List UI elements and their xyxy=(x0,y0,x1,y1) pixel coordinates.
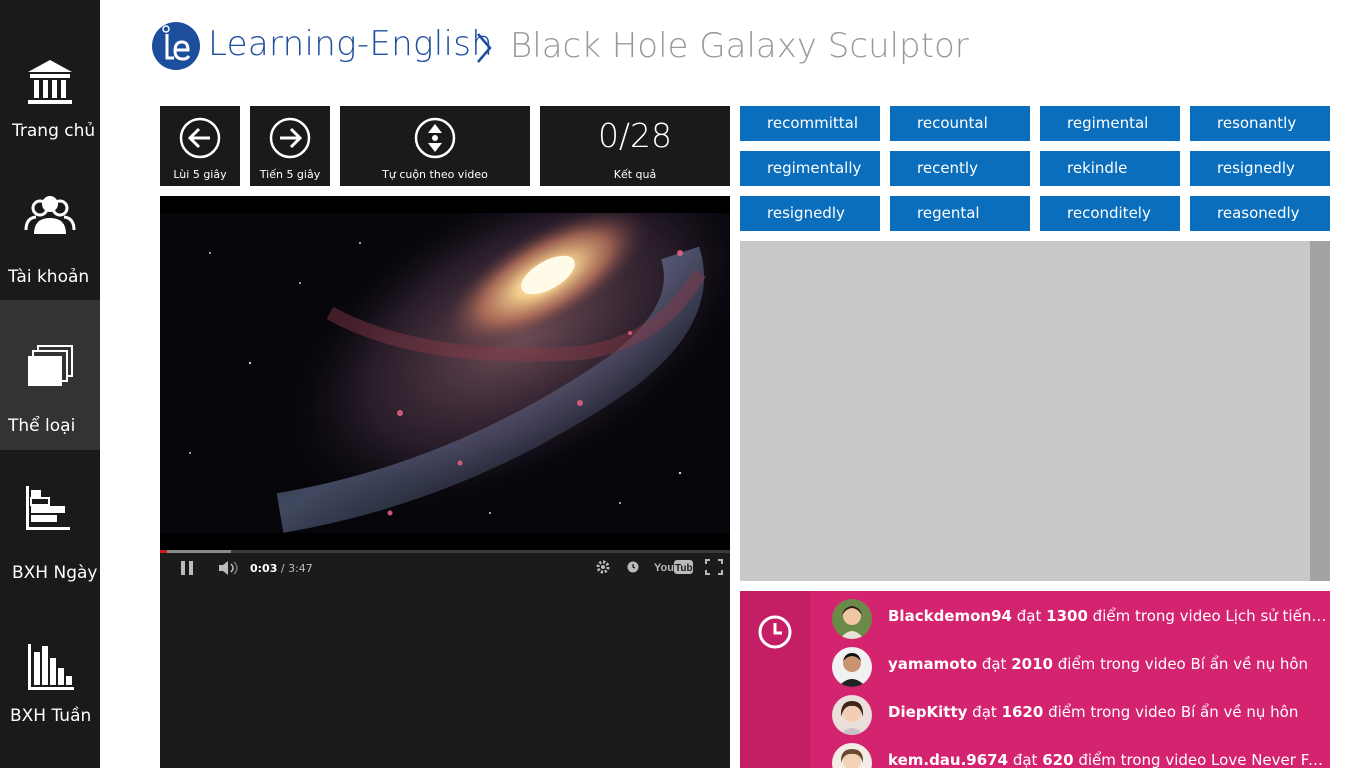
avatar xyxy=(832,695,872,735)
word-button[interactable]: reasonedly xyxy=(1190,196,1330,231)
back-5s-button[interactable]: Lùi 5 giây xyxy=(160,106,240,186)
feed-item[interactable]: Blackdemon94 đạt 1300 điểm trong video L… xyxy=(832,599,1330,639)
home-icon xyxy=(28,60,72,104)
word-button[interactable]: recountal xyxy=(890,106,1030,141)
feed-user[interactable]: kem.dau.9674 xyxy=(888,751,1008,768)
sidebar-item-daily-ranking[interactable]: BXH Ngày xyxy=(0,450,100,600)
feed-item[interactable]: kem.dau.9674 đạt 620 điểm trong video Lo… xyxy=(832,743,1330,768)
settings-gear-icon[interactable] xyxy=(595,559,611,575)
youtube-logo-icon[interactable]: You Tube xyxy=(654,559,694,575)
played-bar xyxy=(160,550,167,553)
buffered-bar xyxy=(160,550,231,553)
logo-icon xyxy=(162,25,191,61)
autoscroll-button[interactable]: Tự cuộn theo video xyxy=(340,106,530,186)
score-value: 0/28 xyxy=(597,116,673,155)
categories-icon xyxy=(28,345,73,386)
app-logo[interactable] xyxy=(152,22,200,70)
feed-text: Blackdemon94 đạt 1300 điểm trong video L… xyxy=(888,607,1328,625)
sidebar-item-label: Trang chủ xyxy=(12,121,96,141)
sidebar-item-weekly-ranking[interactable]: BXH Tuần xyxy=(0,600,100,768)
score-label: Kết quả xyxy=(613,168,657,181)
feed-score: 2010 xyxy=(1011,655,1053,673)
feed-text: DiepKitty đạt 1620 điểm trong video Bí ẩ… xyxy=(888,703,1299,721)
back-5s-label: Lùi 5 giây xyxy=(173,168,227,181)
feed-user[interactable]: DiepKitty xyxy=(888,703,967,721)
word-button[interactable]: regimentally xyxy=(740,151,880,186)
video-player[interactable]: 0:03 / 3:47 You Tube xyxy=(160,196,730,768)
score-tile: 0/28 Kết quả xyxy=(540,106,730,186)
activity-feed: Blackdemon94 đạt 1300 điểm trong video L… xyxy=(740,591,1330,768)
svg-text:You: You xyxy=(654,562,674,574)
word-button[interactable]: regental xyxy=(890,196,1030,231)
video-letterbox-top xyxy=(160,196,730,213)
forward-5s-label: Tiến 5 giây xyxy=(259,168,321,181)
watch-later-icon[interactable] xyxy=(627,561,639,573)
word-button[interactable]: recently xyxy=(890,151,1030,186)
autoscroll-icon xyxy=(414,117,456,159)
word-button[interactable]: regimental xyxy=(1040,106,1180,141)
feed-item[interactable]: yamamoto đạt 2010 điểm trong video Bí ẩn… xyxy=(832,647,1330,687)
app-title[interactable]: Learning-English xyxy=(208,24,493,64)
feed-item[interactable]: DiepKitty đạt 1620 điểm trong video Bí ẩ… xyxy=(832,695,1330,735)
video-letterbox-bottom xyxy=(160,533,730,550)
scrollbar[interactable] xyxy=(1310,241,1330,581)
sidebar-item-label: BXH Tuần xyxy=(10,706,92,726)
breadcrumb: Learning-English Black Hole Galaxy Sculp… xyxy=(152,18,1052,78)
fullscreen-icon[interactable] xyxy=(705,559,723,575)
chevron-right-icon xyxy=(477,33,492,63)
feed-sidebar xyxy=(740,591,810,768)
galaxy-video-image xyxy=(160,213,730,533)
word-button[interactable]: recommittal xyxy=(740,106,880,141)
avatar xyxy=(832,647,872,687)
daily-ranking-icon xyxy=(26,486,70,530)
clock-icon xyxy=(758,615,792,649)
sidebar-item-label: Tài khoản xyxy=(8,267,90,287)
arrow-right-icon xyxy=(269,117,311,159)
feed-text: yamamoto đạt 2010 điểm trong video Bí ẩn… xyxy=(888,655,1309,673)
duration: / 3:47 xyxy=(280,562,313,575)
page-title: Black Hole Galaxy Sculptor xyxy=(510,26,969,66)
time-display: 0:03 / 3:47 xyxy=(250,562,313,575)
feed-user[interactable]: yamamoto xyxy=(888,655,977,673)
users-icon xyxy=(24,196,76,234)
sidebar-item-label: BXH Ngày xyxy=(12,563,98,583)
autoscroll-label: Tự cuộn theo video xyxy=(382,168,488,181)
sidebar-item-label: Thể loại xyxy=(8,416,76,436)
video-progress-bar[interactable] xyxy=(160,550,730,553)
feed-text: kem.dau.9674 đạt 620 điểm trong video Lo… xyxy=(888,751,1328,768)
video-frame[interactable] xyxy=(160,213,730,533)
forward-5s-button[interactable]: Tiến 5 giây xyxy=(250,106,330,186)
feed-score: 1300 xyxy=(1046,607,1088,625)
current-time: 0:03 xyxy=(250,562,278,575)
word-button[interactable]: reconditely xyxy=(1040,196,1180,231)
feed-score: 620 xyxy=(1042,751,1074,768)
feed-score: 1620 xyxy=(1001,703,1044,721)
svg-text:Tube: Tube xyxy=(675,563,694,574)
sidebar-item-categories[interactable]: Thể loại xyxy=(0,300,100,450)
pause-icon[interactable] xyxy=(180,560,194,576)
word-button[interactable]: resonantly xyxy=(1190,106,1330,141)
word-button[interactable]: rekindle xyxy=(1040,151,1180,186)
sidebar: Trang chủ Tài khoản Thể loại BXH Ngày BX… xyxy=(0,0,100,768)
avatar xyxy=(832,743,872,768)
avatar xyxy=(832,599,872,639)
feed-user[interactable]: Blackdemon94 xyxy=(888,607,1012,625)
subtitle-panel[interactable] xyxy=(740,241,1330,581)
word-button[interactable]: resignedly xyxy=(740,196,880,231)
weekly-ranking-icon xyxy=(28,644,74,690)
sidebar-item-home[interactable]: Trang chủ xyxy=(0,0,100,150)
word-button[interactable]: resignedly xyxy=(1190,151,1330,186)
arrow-left-icon xyxy=(179,117,221,159)
sidebar-item-account[interactable]: Tài khoản xyxy=(0,150,100,300)
volume-icon[interactable] xyxy=(218,560,240,576)
